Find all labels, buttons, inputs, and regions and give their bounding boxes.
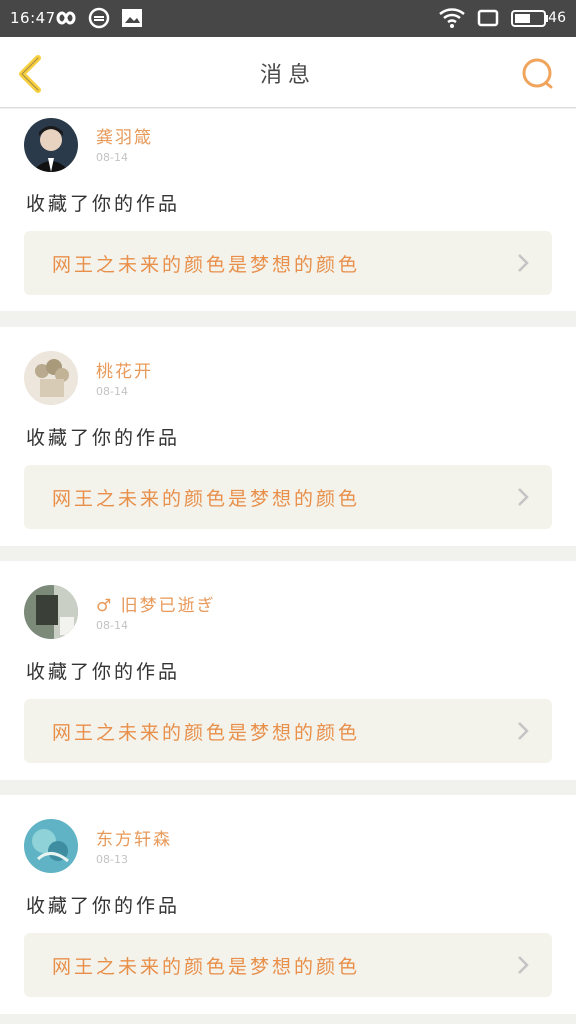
avatar[interactable] bbox=[24, 819, 78, 873]
avatar[interactable] bbox=[24, 585, 78, 639]
screen-icon bbox=[477, 9, 499, 27]
message-date: 08-14 bbox=[96, 619, 128, 632]
header: 消息 bbox=[0, 37, 576, 108]
message-action: 收藏了你的作品 bbox=[26, 895, 181, 917]
chevron-right-icon bbox=[518, 488, 529, 506]
username[interactable]: 东方轩森 bbox=[96, 825, 172, 850]
avatar[interactable] bbox=[24, 351, 78, 405]
work-title: 网王之未来的颜色是梦想的颜色 bbox=[52, 254, 361, 276]
message-card: 龚羽箴 08-14 收藏了你的作品 网王之未来的颜色是梦想的颜色 bbox=[0, 109, 576, 311]
message-card: 东方轩森 08-13 收藏了你的作品 网王之未来的颜色是梦想的颜色 bbox=[0, 795, 576, 1014]
work-title: 网王之未来的颜色是梦想的颜色 bbox=[52, 488, 361, 510]
sync-icon bbox=[88, 7, 110, 29]
message-action: 收藏了你的作品 bbox=[26, 661, 181, 683]
message-date: 08-14 bbox=[96, 385, 128, 398]
work-link[interactable]: 网王之未来的颜色是梦想的颜色 bbox=[24, 699, 552, 763]
search-icon[interactable] bbox=[520, 56, 556, 92]
work-link[interactable]: 网王之未来的颜色是梦想的颜色 bbox=[24, 231, 552, 295]
message-card: 桃花开 08-14 收藏了你的作品 网王之未来的颜色是梦想的颜色 bbox=[0, 327, 576, 546]
chevron-right-icon bbox=[518, 254, 529, 272]
chevron-right-icon bbox=[518, 722, 529, 740]
work-title: 网王之未来的颜色是梦想的颜色 bbox=[52, 956, 361, 978]
battery-level: 46 bbox=[548, 10, 566, 26]
username[interactable]: 桃花开 bbox=[96, 357, 153, 382]
work-title: 网王之未来的颜色是梦想的颜色 bbox=[52, 722, 361, 744]
status-time: 16:47 bbox=[10, 9, 56, 27]
message-date: 08-14 bbox=[96, 151, 128, 164]
work-link[interactable]: 网王之未来的颜色是梦想的颜色 bbox=[24, 933, 552, 997]
message-date: 08-13 bbox=[96, 853, 128, 866]
message-action: 收藏了你的作品 bbox=[26, 427, 181, 449]
avatar[interactable] bbox=[24, 118, 78, 172]
chevron-right-icon bbox=[518, 956, 529, 974]
image-icon bbox=[122, 9, 142, 27]
status-bar: 16:47 46 bbox=[0, 0, 576, 37]
username[interactable]: 龚羽箴 bbox=[96, 123, 153, 148]
battery-icon bbox=[511, 10, 548, 27]
work-link[interactable]: 网王之未来的颜色是梦想的颜色 bbox=[24, 465, 552, 529]
message-card: ♂ 旧梦已逝ぎ 08-14 收藏了你的作品 网王之未来的颜色是梦想的颜色 bbox=[0, 561, 576, 780]
message-action: 收藏了你的作品 bbox=[26, 193, 181, 215]
username[interactable]: ♂ 旧梦已逝ぎ bbox=[96, 591, 216, 616]
wifi-icon bbox=[439, 8, 465, 28]
page-title: 消息 bbox=[259, 63, 316, 88]
infinity-icon bbox=[56, 11, 76, 25]
